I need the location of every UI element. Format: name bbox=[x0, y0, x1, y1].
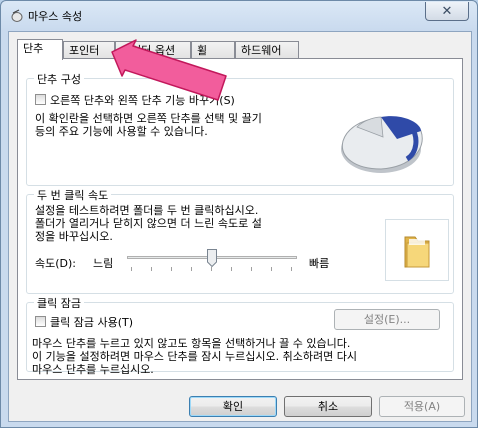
cancel-button[interactable]: 취소 bbox=[284, 396, 372, 417]
ok-button[interactable]: 확인 bbox=[189, 396, 277, 417]
tab-buttons[interactable]: 단추 bbox=[17, 39, 63, 60]
tab-pointer-options[interactable]: 포인터 옵션 bbox=[115, 41, 191, 58]
slider-tick bbox=[231, 267, 232, 271]
slider-tick bbox=[271, 267, 272, 271]
group-title-double-click-speed: 두 번 클릭 속도 bbox=[34, 187, 112, 203]
mouse-properties-window: 마우스 속성 ✕ 단추 포인터 포인터 옵션 휠 하드웨어 단추 구성 오른쪽 … bbox=[0, 0, 478, 428]
double-click-speed-slider[interactable] bbox=[127, 249, 297, 275]
double-click-description: 설정을 테스트하려면 폴더를 두 번 클릭하십시오. 폴더가 열리거나 닫히지 … bbox=[35, 204, 262, 243]
tab-wheel[interactable]: 휠 bbox=[191, 41, 235, 58]
slider-tick bbox=[291, 267, 292, 271]
click-lock-label[interactable]: 클릭 잠금 사용(T) bbox=[50, 314, 133, 330]
group-title-button-configuration: 단추 구성 bbox=[34, 71, 84, 87]
swap-buttons-label[interactable]: 오른쪽 단추와 왼쪽 단추 기능 바꾸기(S) bbox=[50, 92, 235, 108]
click-lock-checkbox[interactable] bbox=[35, 316, 46, 327]
test-folder-icon[interactable] bbox=[385, 219, 449, 281]
dialog-client-area: 단추 포인터 포인터 옵션 휠 하드웨어 단추 구성 오른쪽 단추와 왼쪽 단추… bbox=[8, 31, 472, 422]
mouse-app-icon bbox=[11, 9, 23, 22]
speed-slow-label: 느림 bbox=[93, 257, 114, 270]
group-title-click-lock: 클릭 잠금 bbox=[34, 295, 84, 311]
slider-tick bbox=[191, 267, 192, 271]
slider-tick bbox=[211, 267, 212, 271]
slider-tick bbox=[151, 267, 152, 271]
speed-fast-label: 빠름 bbox=[309, 257, 330, 270]
slider-tick bbox=[171, 267, 172, 271]
slider-tick bbox=[131, 267, 132, 271]
close-button[interactable]: ✕ bbox=[425, 2, 469, 21]
speed-label: 속도(D): bbox=[35, 257, 76, 270]
close-icon: ✕ bbox=[441, 3, 453, 19]
click-lock-description: 마우스 단추를 누르고 있지 않고도 항목을 선택하거나 끌 수 있습니다. 이… bbox=[32, 337, 357, 376]
swap-buttons-description: 이 확인란을 선택하면 오른쪽 단추를 선택 및 끌기 등의 주요 기능에 사용… bbox=[35, 112, 262, 138]
window-title: 마우스 속성 bbox=[28, 10, 83, 23]
apply-button[interactable]: 적용(A) bbox=[379, 396, 465, 417]
button-configuration-group: 단추 구성 오른쪽 단추와 왼쪽 단추 기능 바꾸기(S) 이 확인란을 선택하… bbox=[26, 71, 454, 186]
swap-buttons-checkbox[interactable] bbox=[35, 94, 46, 105]
slider-thumb[interactable] bbox=[207, 249, 217, 267]
slider-tick bbox=[251, 267, 252, 271]
title-bar[interactable]: 마우스 속성 ✕ bbox=[1, 1, 477, 31]
double-click-speed-group: 두 번 클릭 속도 설정을 테스트하려면 폴더를 두 번 클릭하십시오. 폴더가… bbox=[26, 187, 454, 294]
mouse-illustration-icon bbox=[321, 97, 439, 179]
tab-hardware[interactable]: 하드웨어 bbox=[235, 41, 299, 58]
tab-panel-buttons: 단추 구성 오른쪽 단추와 왼쪽 단추 기능 바꾸기(S) 이 확인란을 선택하… bbox=[17, 58, 463, 380]
tab-pointers[interactable]: 포인터 bbox=[63, 41, 115, 58]
click-lock-settings-button[interactable]: 설정(E)... bbox=[334, 309, 440, 330]
